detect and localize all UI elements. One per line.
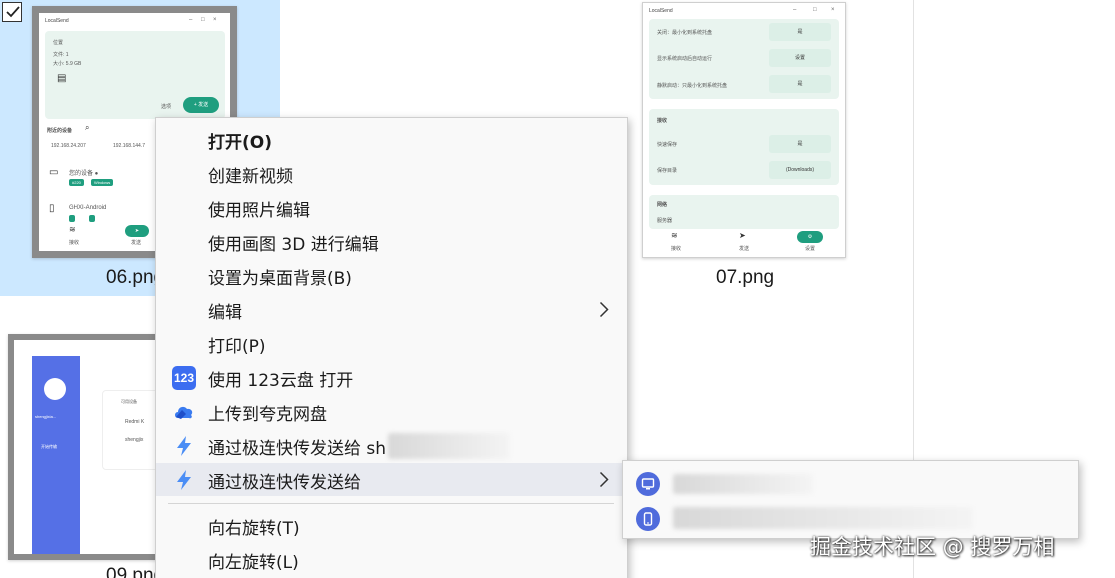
send-nav-icon: ➤ <box>739 231 746 240</box>
device-windows-icon <box>636 472 660 496</box>
lightning-icon <box>177 470 191 490</box>
menu-item-jilian-send-to-device[interactable]: 通过极连快传发送给 sh <box>156 429 627 462</box>
submenu-device-phone[interactable] <box>623 501 1078 535</box>
thumb09-sidebar: shengjixia... 开始传输 <box>32 356 80 554</box>
phone-icon: ▯ <box>49 203 55 214</box>
menu-item-rotate-left[interactable]: 向左旋转(L) <box>156 543 627 576</box>
menu-item-set-desktop-background[interactable]: 设置为桌面背景(B) <box>156 259 627 292</box>
menu-item-create-video[interactable]: 创建新视频 <box>156 157 627 190</box>
settings-nav-icon: ⚙ <box>797 231 823 243</box>
laptop-icon: ▭ <box>49 167 59 178</box>
redacted-device-name <box>388 433 510 459</box>
thumb06-title: LocalSend <box>45 18 69 24</box>
jilian-submenu <box>622 460 1079 539</box>
quark-cloud-icon <box>175 406 193 419</box>
checkmark-icon <box>6 6 20 18</box>
redacted-device-name <box>673 507 973 529</box>
menu-item-print[interactable]: 打印(P) <box>156 327 627 360</box>
search-icon: ⌕ <box>85 123 90 132</box>
file-icon: ▤ <box>57 73 67 84</box>
redacted-device-name <box>673 474 813 494</box>
menu-item-edit-with-photos[interactable]: 使用照片编辑 <box>156 191 627 224</box>
menu-separator <box>168 503 614 504</box>
chevron-right-icon <box>599 471 609 488</box>
context-menu: 打开(O) 创建新视频 使用照片编辑 使用画图 3D 进行编辑 设置为桌面背景(… <box>155 117 628 578</box>
menu-item-upload-quark[interactable]: 上传到夸克网盘 <box>156 395 627 428</box>
123pan-icon: 123 <box>172 366 196 390</box>
thumbnail-09[interactable]: shengjixia... 开始传输 可用设备 Redmi K shengjix <box>8 334 162 560</box>
thumbnail-07[interactable]: LocalSend – □ × 关闭：最小化到系统托盘 是 显示系统启动后自动运… <box>642 2 846 258</box>
select-checkbox[interactable] <box>2 2 22 22</box>
thumb06-selection-card: 位置 文件: 1 大小: 5.9 GB ▤ 选项 + 发送 <box>45 31 225 119</box>
submenu-device-windows[interactable] <box>623 466 1078 500</box>
menu-item-rotate-right[interactable]: 向右旋转(T) <box>156 509 627 542</box>
lightning-icon <box>177 436 191 456</box>
menu-item-edit-paint3d[interactable]: 使用画图 3D 进行编辑 <box>156 225 627 258</box>
watermark: 掘金技术社区 @ 搜罗万相 <box>810 535 1055 559</box>
menu-item-open-123pan[interactable]: 123 使用 123云盘 打开 <box>156 361 627 394</box>
menu-item-open[interactable]: 打开(O) <box>156 123 627 156</box>
menu-item-jilian-send-to[interactable]: 通过极连快传发送给 <box>156 463 627 496</box>
menu-item-edit[interactable]: 编辑 <box>156 293 627 326</box>
device-phone-icon <box>636 507 660 531</box>
wifi-icon: ≋ <box>671 231 678 240</box>
file-name-07[interactable]: 07.png <box>716 267 774 289</box>
wifi-icon: ≋ <box>69 225 76 234</box>
chevron-right-icon <box>599 301 609 318</box>
send-nav-icon: ➤ <box>125 225 149 237</box>
